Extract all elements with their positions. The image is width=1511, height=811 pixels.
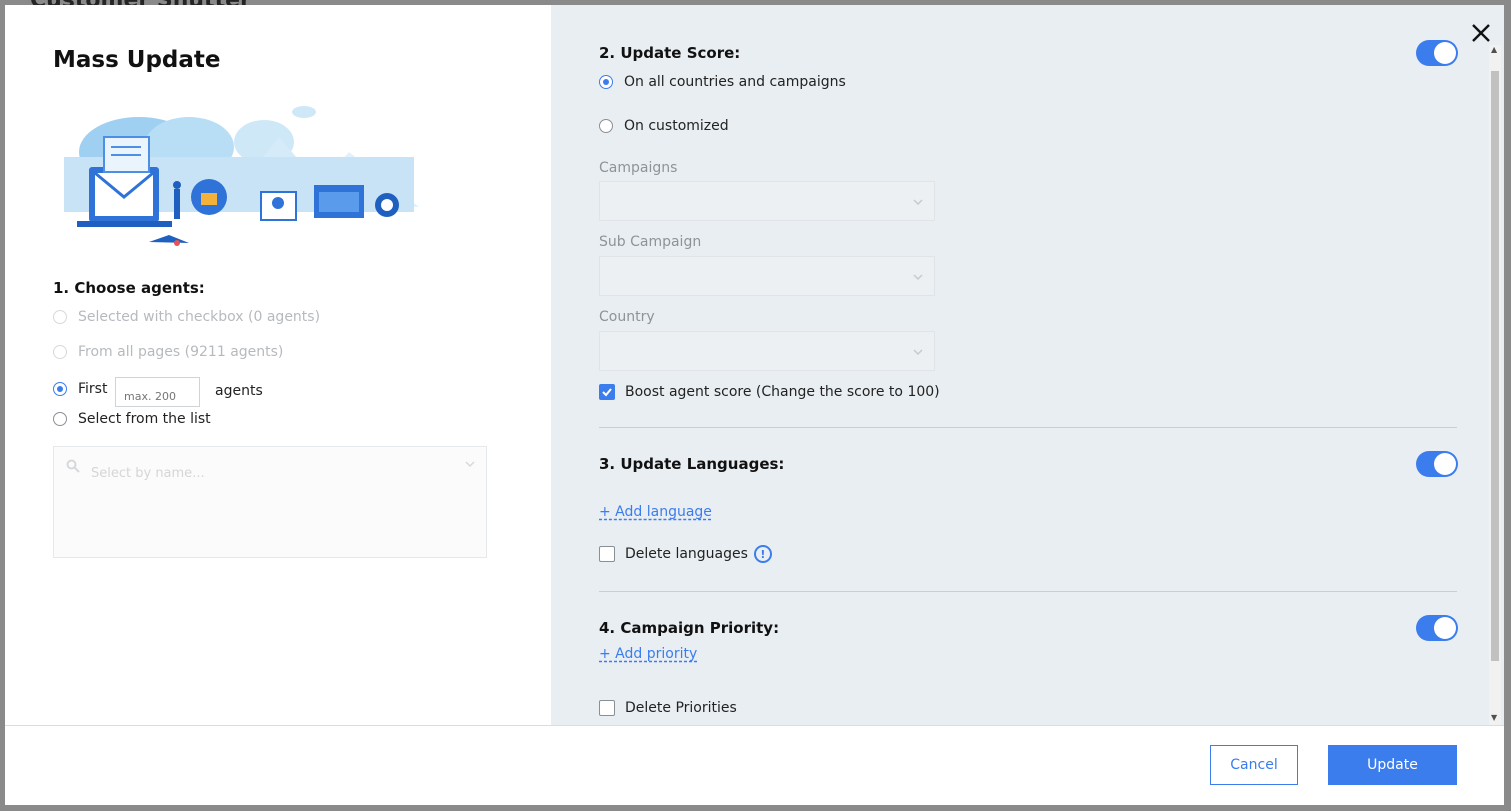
radio-button[interactable] — [53, 345, 67, 359]
boost-score-label: Boost agent score (Change the score to 1… — [625, 384, 940, 400]
add-language-link[interactable]: + Add language — [599, 504, 712, 520]
radio-button[interactable] — [599, 119, 613, 133]
radio-first[interactable]: First — [53, 381, 107, 397]
first-agents-input[interactable] — [115, 377, 200, 407]
delete-languages-label: Delete languages — [625, 546, 748, 562]
section-divider — [599, 427, 1457, 428]
left-panel: Mass Update 1. Choose agents: Selected w… — [5, 5, 551, 725]
boost-score-checkbox-row[interactable]: Boost agent score (Change the score to 1… — [599, 384, 940, 400]
choose-agents-title: 1. Choose agents: — [53, 279, 205, 297]
radio-selected-checkbox[interactable]: Selected with checkbox (0 agents) — [53, 309, 320, 325]
campaign-priority-title: 4. Campaign Priority: — [599, 619, 780, 637]
radio-label: From all pages (9211 agents) — [78, 344, 284, 360]
right-panel-scrollbar[interactable]: ▲ ▼ — [1489, 45, 1501, 725]
select-placeholder: Select by name... — [91, 466, 205, 481]
radio-button[interactable] — [599, 75, 613, 89]
radio-customized[interactable]: On customized — [599, 118, 729, 134]
modal-title: Mass Update — [53, 47, 221, 73]
add-priority-link[interactable]: + Add priority — [599, 646, 697, 662]
campaign-priority-toggle[interactable] — [1416, 615, 1458, 641]
update-score-title: 2. Update Score: — [599, 44, 741, 62]
radio-label: First — [78, 381, 108, 397]
radio-all-pages[interactable]: From all pages (9211 agents) — [53, 344, 283, 360]
agents-suffix: agents — [215, 383, 263, 399]
country-label: Country — [599, 309, 655, 325]
check-icon — [602, 388, 612, 397]
radio-all-countries[interactable]: On all countries and campaigns — [599, 74, 846, 90]
chevron-down-icon — [913, 199, 923, 206]
boost-score-checkbox[interactable] — [599, 384, 615, 400]
radio-label: Select from the list — [78, 411, 211, 427]
chevron-down-icon — [465, 461, 475, 468]
update-button[interactable]: Update — [1328, 745, 1457, 785]
radio-label: On customized — [624, 118, 729, 134]
update-languages-toggle[interactable] — [1416, 451, 1458, 477]
radio-button[interactable] — [53, 412, 67, 426]
radio-button[interactable] — [53, 382, 67, 396]
cancel-button[interactable]: Cancel — [1210, 745, 1298, 785]
radio-button[interactable] — [53, 310, 67, 324]
info-icon[interactable]: ! — [753, 545, 772, 563]
update-score-toggle[interactable] — [1416, 40, 1458, 66]
campaigns-label: Campaigns — [599, 160, 678, 176]
scroll-thumb[interactable] — [1491, 71, 1499, 661]
agent-select-list[interactable]: Select by name... — [53, 446, 487, 558]
radio-select-list[interactable]: Select from the list — [53, 411, 211, 427]
search-icon — [66, 459, 80, 473]
country-dropdown[interactable] — [599, 331, 935, 371]
radio-label: Selected with checkbox (0 agents) — [78, 309, 321, 325]
delete-priorities-checkbox[interactable] — [599, 700, 615, 716]
chevron-down-icon — [913, 274, 923, 281]
sub-campaign-label: Sub Campaign — [599, 234, 702, 250]
update-languages-title: 3. Update Languages: — [599, 455, 785, 473]
delete-languages-row[interactable]: Delete languages ! — [599, 545, 772, 563]
campaigns-dropdown[interactable] — [599, 181, 935, 221]
delete-priorities-label: Delete Priorities — [625, 700, 737, 716]
scroll-down-arrow[interactable]: ▼ — [1491, 713, 1497, 722]
section-divider — [599, 591, 1457, 592]
delete-priorities-row[interactable]: Delete Priorities — [599, 700, 737, 716]
close-icon[interactable] — [1467, 19, 1495, 47]
radio-label: On all countries and campaigns — [624, 74, 846, 90]
sub-campaign-dropdown[interactable] — [599, 256, 935, 296]
chevron-down-icon — [913, 349, 923, 356]
mass-update-modal: Mass Update 1. Choose agents: Selected w… — [5, 5, 1504, 805]
delete-languages-checkbox[interactable] — [599, 546, 615, 562]
cloud-illustration — [64, 106, 419, 246]
